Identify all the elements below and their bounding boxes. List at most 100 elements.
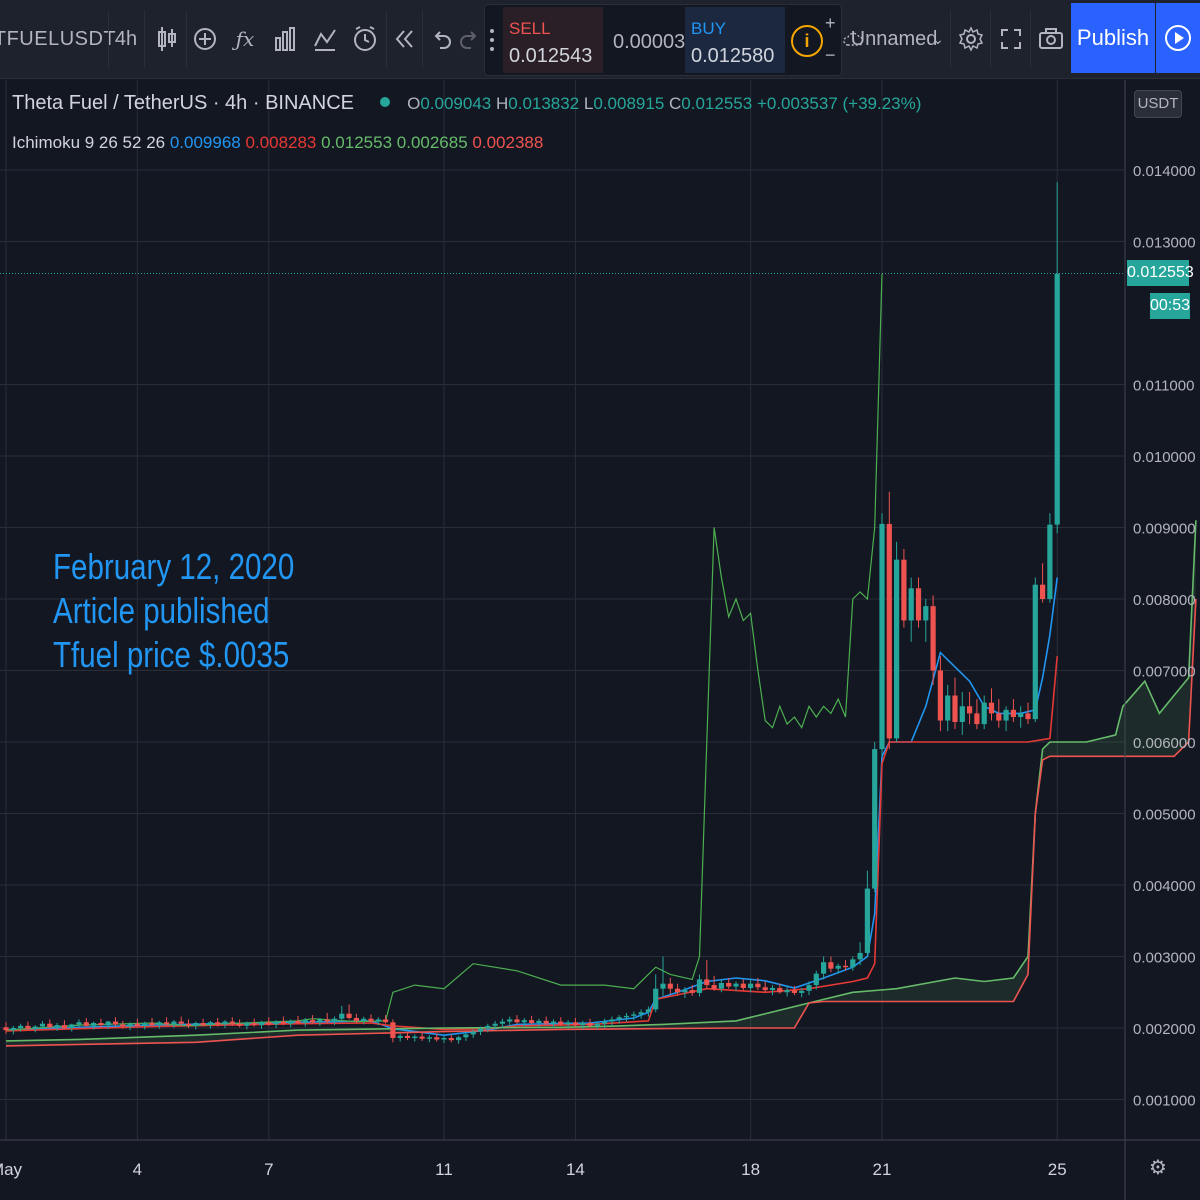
candle-body — [178, 1021, 184, 1024]
candle-body — [448, 1038, 454, 1041]
candle-up — [923, 599, 929, 642]
candle-body — [813, 973, 819, 986]
candle-body — [791, 990, 797, 993]
candle-body — [10, 1028, 16, 1031]
ohlc-close: 0.012553 — [681, 94, 753, 113]
candle-up — [894, 541, 900, 742]
alert-clock-icon[interactable] — [350, 0, 380, 78]
candle-body — [653, 988, 659, 1010]
candle-body — [112, 1021, 119, 1025]
annotation-line-3: Tfuel price $.0035 — [53, 634, 290, 675]
bar-countdown-tag: 00:53 — [1150, 293, 1190, 319]
candle-body — [529, 1020, 535, 1023]
publish-button[interactable]: Publish — [1071, 3, 1155, 73]
indicator-name[interactable]: Ichimoku 9 26 52 26 — [12, 133, 165, 152]
candle-body — [806, 985, 812, 991]
candle-body — [76, 1022, 82, 1025]
candle-body — [171, 1021, 177, 1025]
candle-body — [514, 1019, 520, 1023]
candle-up — [696, 974, 703, 997]
candle-body — [492, 1023, 498, 1026]
candle-body — [594, 1023, 600, 1026]
toolbar-divider — [1030, 10, 1031, 68]
redo-icon[interactable] — [458, 0, 482, 78]
candle-up — [507, 1016, 513, 1026]
candle-up — [456, 1035, 462, 1044]
plus-icon[interactable]: + — [825, 13, 836, 34]
candle-up — [908, 577, 914, 642]
candle-body — [667, 983, 673, 989]
info-icon[interactable]: i — [791, 25, 823, 57]
play-icon[interactable] — [1156, 3, 1200, 73]
candle-down — [901, 548, 907, 628]
interval-selector[interactable]: 4h — [112, 0, 140, 78]
symbol-search[interactable]: TFUELUSDT — [0, 0, 116, 78]
chevron-down-icon[interactable]: ⌄ — [930, 0, 946, 78]
candle-up — [864, 870, 870, 957]
candle-body — [419, 1036, 425, 1039]
candle-body — [842, 965, 849, 968]
candle-down — [3, 1022, 9, 1034]
financials-icon[interactable] — [270, 0, 300, 78]
layout-name[interactable]: Unnamed — [851, 0, 938, 78]
candle-up — [1032, 577, 1038, 722]
candle-up — [638, 1009, 644, 1019]
candle-body — [134, 1023, 140, 1026]
candle-down — [967, 691, 973, 725]
minus-icon[interactable]: − — [825, 45, 836, 66]
candle-down — [514, 1015, 520, 1024]
candle-down — [1010, 699, 1016, 722]
currency-label[interactable]: USDT — [1134, 90, 1182, 118]
candle-body — [769, 987, 776, 991]
candle-body — [711, 985, 717, 989]
text-annotation[interactable]: February 12, 2020 Article published Tfue… — [53, 545, 294, 677]
indicators-fx-icon[interactable]: ƒx — [230, 0, 260, 78]
compare-plus-icon[interactable] — [190, 0, 220, 78]
candle-body — [777, 987, 783, 993]
candle-body — [499, 1021, 505, 1024]
candle-down — [61, 1020, 67, 1029]
candle-body — [623, 1015, 630, 1018]
candle-body — [361, 1018, 367, 1021]
candle-up — [441, 1035, 447, 1044]
candle-body — [740, 983, 746, 988]
replay-icon[interactable] — [392, 0, 418, 78]
camera-icon[interactable] — [1036, 0, 1066, 78]
candle-body — [682, 990, 688, 993]
symbol-title[interactable]: Theta Fuel / TetherUS · 4h · BINANCE — [12, 92, 354, 114]
ohlc-high: 0.013832 — [508, 94, 580, 113]
market-status-icon — [379, 97, 390, 107]
candle-body — [441, 1038, 447, 1040]
x-tick-label: 25 — [1048, 1160, 1067, 1179]
candle-down — [529, 1015, 535, 1025]
gear-icon[interactable] — [956, 0, 986, 78]
axis-settings-icon[interactable]: ⚙ — [1149, 1155, 1167, 1179]
candle-body — [1025, 713, 1031, 720]
y-tick-label: 0.007000 — [1133, 664, 1196, 681]
buy-button[interactable]: BUY 0.012580 — [685, 7, 785, 73]
candle-body — [521, 1020, 527, 1023]
candle-body — [105, 1021, 111, 1026]
undo-icon[interactable] — [428, 0, 454, 78]
candle-body — [996, 713, 1002, 721]
candle-down — [711, 975, 717, 991]
candle-body — [244, 1022, 250, 1026]
candle-down — [974, 699, 980, 730]
sell-button[interactable]: SELL 0.012543 — [503, 7, 603, 73]
templates-icon[interactable] — [310, 0, 340, 78]
candle-body — [543, 1020, 549, 1024]
candle-body — [397, 1035, 403, 1039]
candle-body — [383, 1019, 389, 1023]
indicator-value-base: 0.008283 — [245, 133, 317, 152]
candle-body — [25, 1025, 31, 1029]
x-tick-label: May — [0, 1160, 23, 1179]
fullscreen-icon[interactable] — [996, 0, 1026, 78]
candle-body — [572, 1022, 578, 1026]
drag-handle-icon[interactable] — [487, 27, 497, 53]
y-tick-label: 0.005000 — [1133, 807, 1196, 824]
candle-body — [83, 1022, 89, 1026]
candle-down — [886, 491, 892, 750]
candle-body — [61, 1025, 67, 1028]
candle-body — [1010, 709, 1016, 717]
candles-style-icon[interactable] — [150, 0, 184, 78]
